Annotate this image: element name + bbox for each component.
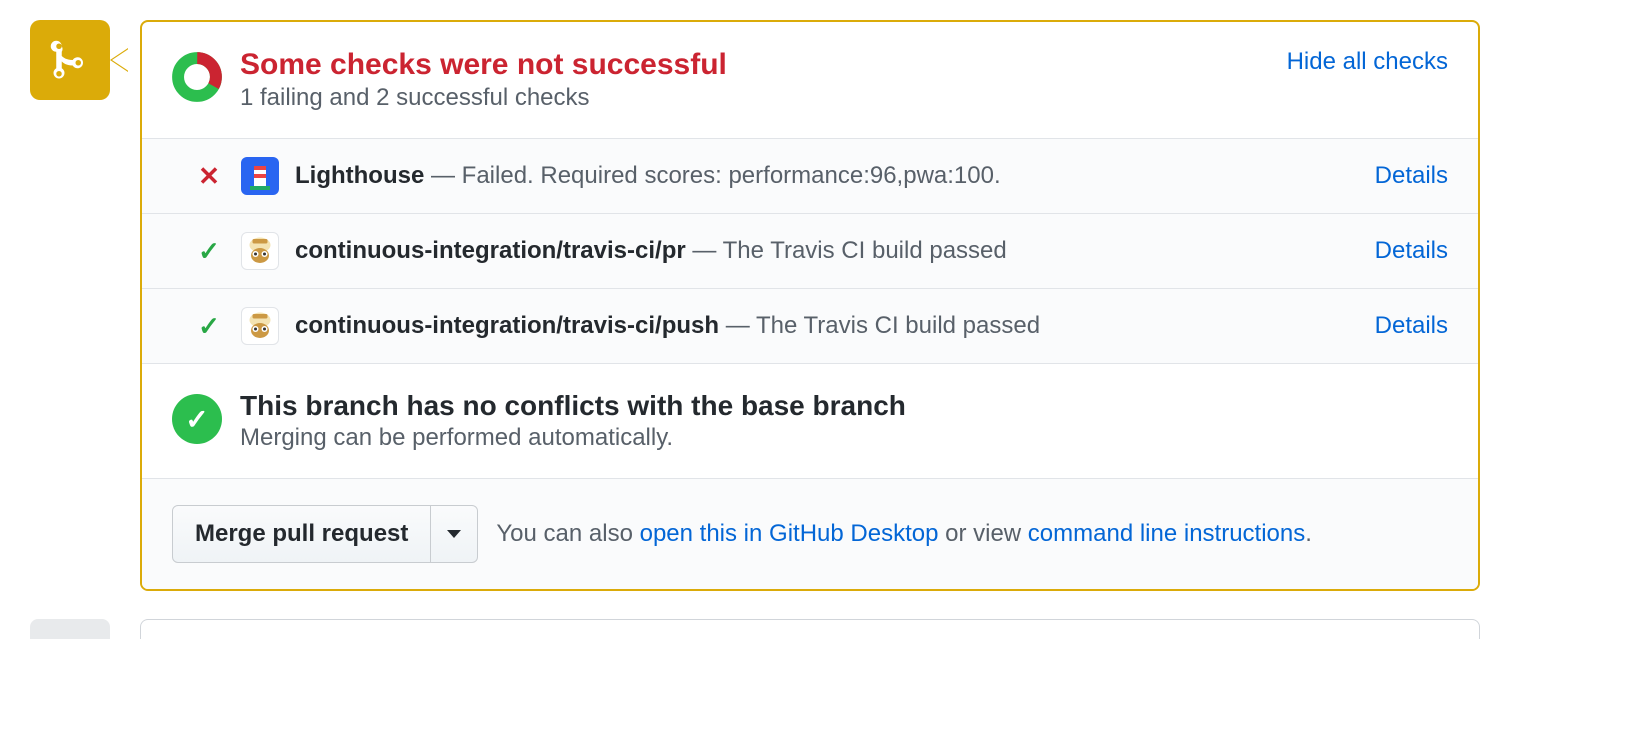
check-row: ✓ continuous-integration/travis-ci/pr — … [142,214,1478,289]
travis-avatar [241,307,279,345]
check-name: continuous-integration/travis-ci/push [295,312,719,339]
check-name: Lighthouse [295,162,424,189]
merge-action-section: Merge pull request You can also open thi… [142,479,1478,589]
comment-avatar-stub [30,619,110,639]
merge-status-panel: Some checks were not successful 1 failin… [140,20,1480,591]
comment-panel-stub [140,619,1480,639]
check-text: Lighthouse — Failed. Required scores: pe… [295,162,1359,190]
status-donut-icon [172,52,222,102]
git-merge-icon [48,38,92,82]
check-text: continuous-integration/travis-ci/pr — Th… [295,237,1359,265]
merge-button-group: Merge pull request [172,505,478,563]
check-row: ✕ Lighthouse — Failed. Required scores: … [142,139,1478,214]
chevron-down-icon [447,530,461,538]
check-message: The Travis CI build passed [723,237,1007,264]
checks-summary-section: Some checks were not successful 1 failin… [142,22,1478,139]
merge-options-dropdown-button[interactable] [431,505,478,563]
merge-help-text: You can also open this in GitHub Desktop… [496,520,1312,548]
check-name: continuous-integration/travis-ci/pr [295,237,686,264]
check-icon: ✓ [197,311,221,342]
success-check-icon: ✓ [172,394,222,444]
checks-summary-title: Some checks were not successful [240,48,727,82]
check-message: Failed. Required scores: performance:96,… [462,162,1001,189]
x-icon: ✕ [197,161,221,192]
open-github-desktop-link[interactable]: open this in GitHub Desktop [640,520,939,547]
check-text: continuous-integration/travis-ci/push — … [295,312,1359,340]
check-icon: ✓ [197,236,221,267]
check-details-link[interactable]: Details [1375,312,1448,340]
check-message: The Travis CI build passed [756,312,1040,339]
hide-all-checks-link[interactable]: Hide all checks [1287,48,1448,76]
check-row: ✓ continuous-integration/travis-ci/push … [142,289,1478,364]
check-details-link[interactable]: Details [1375,237,1448,265]
conflict-subtitle: Merging can be performed automatically. [240,424,906,452]
checks-summary-subtitle: 1 failing and 2 successful checks [240,84,727,112]
check-details-link[interactable]: Details [1375,162,1448,190]
lighthouse-avatar [241,157,279,195]
command-line-instructions-link[interactable]: command line instructions [1028,520,1305,547]
merge-pull-request-button[interactable]: Merge pull request [172,505,431,563]
travis-avatar [241,232,279,270]
merge-conflict-section: ✓ This branch has no conflicts with the … [142,364,1478,479]
merge-status-badge [30,20,110,100]
conflict-title: This branch has no conflicts with the ba… [240,390,906,422]
